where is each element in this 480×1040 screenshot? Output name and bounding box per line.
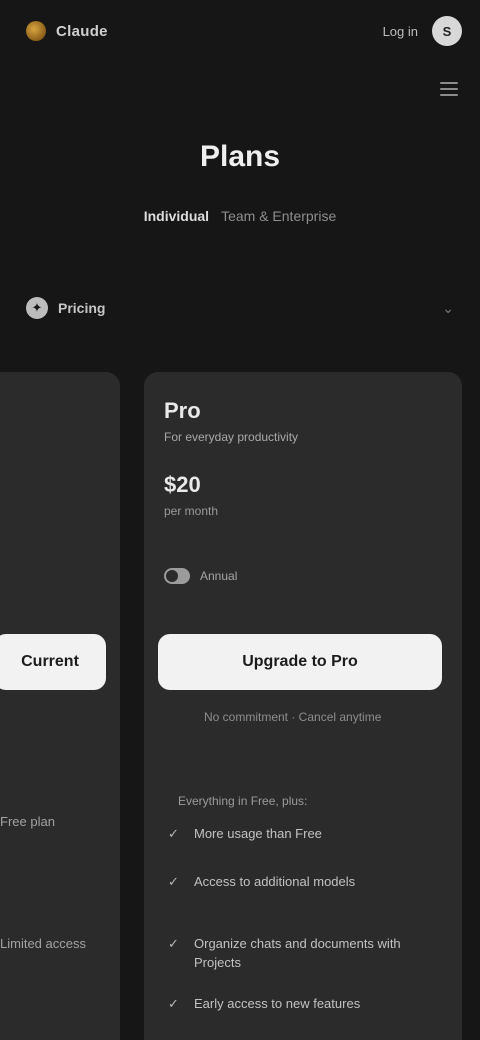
avatar[interactable]: S xyxy=(432,16,462,46)
tab-individual[interactable]: Individual xyxy=(144,208,209,224)
features-heading: Everything in Free, plus: xyxy=(178,794,308,808)
check-icon: ✓ xyxy=(168,936,179,951)
chevron-down-icon: ⌄ xyxy=(442,299,454,316)
check-icon: ✓ xyxy=(168,874,179,889)
plan-period: per month xyxy=(164,504,219,518)
feature-item: ✓ More usage than Free xyxy=(168,824,438,843)
billing-toggle-row[interactable]: Annual xyxy=(164,568,237,584)
feature-item: ✓ Early access to new features xyxy=(168,994,438,1013)
feature-text: Organize chats and documents with Projec… xyxy=(194,936,401,970)
filter-bar[interactable]: ✦ Pricing ⌄ xyxy=(26,286,454,330)
menu-icon[interactable] xyxy=(436,76,462,102)
plan-price: $20 xyxy=(164,472,201,497)
feature-text: Early access to new features xyxy=(194,996,361,1011)
top-bar: Claude Log in S xyxy=(0,0,480,62)
tab-team-enterprise[interactable]: Team & Enterprise xyxy=(221,208,336,224)
filter-label: Pricing xyxy=(58,300,106,316)
plan-card-pro: Pro For everyday productivity $20 per mo… xyxy=(144,372,462,1040)
upgrade-button[interactable]: Upgrade to Pro xyxy=(158,634,442,690)
brand-name: Claude xyxy=(56,22,108,40)
hero: Plans Individual Team & Enterprise xyxy=(0,140,480,224)
feature-item: ✓ Access to additional models xyxy=(168,872,438,891)
feature-text: More usage than Free xyxy=(194,826,322,841)
top-actions: Log in S xyxy=(383,16,462,46)
feature-item: ✓ Organize chats and documents with Proj… xyxy=(168,934,438,972)
login-link[interactable]: Log in xyxy=(383,24,418,39)
brand[interactable]: Claude xyxy=(26,21,108,41)
current-plan-button[interactable]: Current xyxy=(0,634,106,690)
plan-note: Free plan xyxy=(0,814,55,829)
check-icon: ✓ xyxy=(168,826,179,841)
billing-toggle-label: Annual xyxy=(200,569,238,583)
feature-text: Access to additional models xyxy=(194,874,356,889)
logo-icon xyxy=(26,21,46,41)
plan-type-switch: Individual Team & Enterprise xyxy=(0,208,480,224)
plan-note: Limited access xyxy=(0,936,86,951)
tag-icon: ✦ xyxy=(26,297,48,319)
plan-card-free: Current Free plan Limited access xyxy=(0,372,120,1040)
page-title: Plans xyxy=(199,140,281,173)
plan-name: Pro xyxy=(164,398,201,423)
billing-toggle[interactable] xyxy=(164,568,190,584)
check-icon: ✓ xyxy=(168,996,179,1011)
cta-note: No commitment · Cancel anytime xyxy=(204,710,382,724)
plan-tagline: For everyday productivity xyxy=(164,430,299,444)
